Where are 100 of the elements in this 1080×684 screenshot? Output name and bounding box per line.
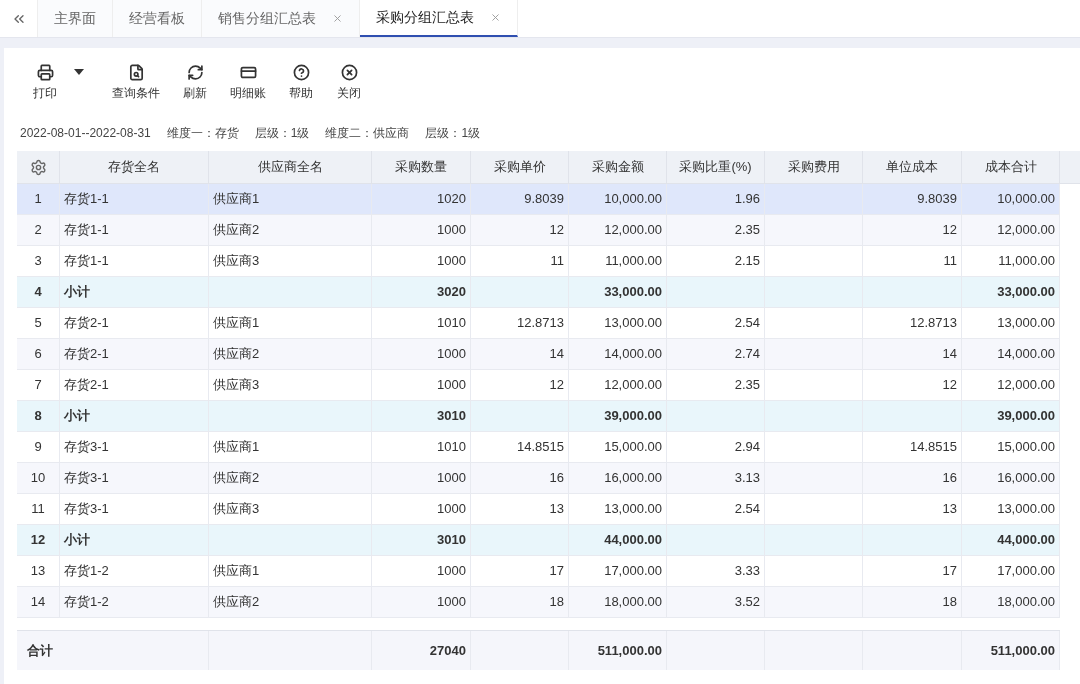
table-cell-text: 供应商1 xyxy=(213,438,260,457)
table-cell-text: 存货3-1 xyxy=(64,500,109,519)
toolbar-button[interactable]: 刷新 xyxy=(172,64,218,102)
table-cell-text: 12.8713 xyxy=(517,314,564,333)
tab-label: 销售分组汇总表 xyxy=(218,9,316,28)
table-row[interactable]: 7 存货2-1 供应商3 1000 12 12,000.00 2.35 12 12,000.00 xyxy=(17,370,1060,401)
tab-label: 经营看板 xyxy=(129,9,185,28)
table-cell-text: 12 xyxy=(942,376,957,395)
table-cell-text: 15,000.00 xyxy=(604,438,662,457)
table-cell-text: 供应商1 xyxy=(213,562,260,581)
table-row[interactable]: 11 存货3-1 供应商3 1000 13 13,000.00 2.54 13 13,000.00 xyxy=(17,494,1060,525)
table-cell-text: 12 xyxy=(549,376,564,395)
row-number: 14 xyxy=(30,593,46,612)
column-header: 成本合计 xyxy=(962,151,1060,183)
table-row[interactable]: 10 存货3-1 供应商2 1000 16 16,000.00 3.13 16 16,000.00 xyxy=(17,463,1060,494)
tab-label: 主界面 xyxy=(54,9,96,28)
table-row[interactable]: 4 小计 3020 33,000.00 33,000.00 xyxy=(17,277,1060,308)
row-number: 2 xyxy=(34,221,42,240)
table-cell-text: 2.54 xyxy=(734,500,760,519)
table-cell-text: 39,000.00 xyxy=(604,407,662,426)
row-number: 13 xyxy=(30,562,46,581)
table-cell-text: 18 xyxy=(549,593,564,612)
table-cell-text: 存货1-1 xyxy=(64,221,109,240)
table-cell-text: 供应商2 xyxy=(213,469,260,488)
table-row[interactable]: 8 小计 3010 39,000.00 39,000.00 xyxy=(17,401,1060,432)
total-cell-text: 511,000.00 xyxy=(597,641,662,660)
row-number: 4 xyxy=(34,283,42,302)
table-cell-text: 17,000.00 xyxy=(997,562,1055,581)
close-icon[interactable] xyxy=(332,13,343,24)
row-number: 1 xyxy=(34,190,42,209)
table-cell-text: 1010 xyxy=(437,314,466,333)
document-search-icon xyxy=(127,64,145,81)
row-number: 5 xyxy=(34,314,42,333)
table-row[interactable]: 9 存货3-1 供应商1 1010 14.8515 15,000.00 2.94 14.8515 15,000.00 xyxy=(17,432,1060,463)
column-header: 采购数量 xyxy=(372,151,471,183)
table-cell-text: 44,000.00 xyxy=(604,531,662,550)
table-cell-text: 3.52 xyxy=(734,593,760,612)
table-cell-text: 11,000.00 xyxy=(998,252,1055,271)
table-cell-text: 9.8039 xyxy=(917,190,957,209)
toolbar-button[interactable]: 帮助 xyxy=(278,64,324,102)
table-cell-text: 11 xyxy=(550,252,564,271)
table-cell-text: 11 xyxy=(943,252,957,271)
table-cell-text: 小计 xyxy=(64,283,90,302)
table-cell-text: 3010 xyxy=(437,407,466,426)
table-row[interactable]: 1 存货1-1 供应商1 1020 9.8039 10,000.00 1.96 9.8039 10,000.00 xyxy=(17,184,1060,215)
total-cell-text: 27040 xyxy=(429,641,466,660)
toolbar-button[interactable]: 查询条件 xyxy=(102,64,170,102)
help-icon xyxy=(292,64,310,81)
table-cell-text: 12,000.00 xyxy=(604,376,662,395)
table-cell-text: 存货1-2 xyxy=(64,593,109,612)
column-header: 存货全名 xyxy=(60,151,209,183)
table-cell-text: 1000 xyxy=(437,252,466,271)
table-cell-text: 1.96 xyxy=(734,190,760,209)
filter-text: 2022-08-01--2022-08-31 xyxy=(20,125,151,142)
table-cell-text: 供应商3 xyxy=(213,376,260,395)
row-number: 9 xyxy=(34,438,42,457)
table-row[interactable]: 12 小计 3010 44,000.00 44,000.00 xyxy=(17,525,1060,556)
table-cell-text: 存货1-1 xyxy=(64,252,109,271)
table-cell-text: 存货2-1 xyxy=(64,314,109,333)
table-cell-text: 3010 xyxy=(437,531,466,550)
table-cell-text: 1000 xyxy=(437,469,466,488)
toolbar-button[interactable]: 关闭 xyxy=(326,64,372,102)
table-cell-text: 13 xyxy=(549,500,564,519)
total-cell-text: 合计 xyxy=(27,641,53,660)
tab[interactable]: 采购分组汇总表 xyxy=(360,0,518,37)
table-cell-text: 1000 xyxy=(437,593,466,612)
table-cell-text: 小计 xyxy=(64,531,90,550)
table-cell-text: 3020 xyxy=(437,283,466,302)
toolbar-button[interactable]: 明细账 xyxy=(220,64,276,102)
table-cell-text: 33,000.00 xyxy=(997,283,1055,302)
table-row[interactable]: 14 存货1-2 供应商2 1000 18 18,000.00 3.52 18 18,000.00 xyxy=(17,587,1060,618)
close-icon[interactable] xyxy=(490,12,501,23)
toolbar-button[interactable]: 打印 xyxy=(22,64,100,102)
filter-text: 层级：1级 xyxy=(425,125,481,142)
table-cell-text: 10,000.00 xyxy=(604,190,662,209)
table-cell-text: 13,000.00 xyxy=(997,500,1055,519)
table-row[interactable]: 2 存货1-1 供应商2 1000 12 12,000.00 2.35 12 12,000.00 xyxy=(17,215,1060,246)
table-cell-text: 2.15 xyxy=(734,252,760,271)
tab[interactable]: 主界面 xyxy=(38,0,113,37)
row-number: 10 xyxy=(30,469,46,488)
table-cell-text: 18,000.00 xyxy=(604,593,662,612)
table-cell-text: 存货1-1 xyxy=(64,190,109,209)
table-cell-text: 存货3-1 xyxy=(64,438,109,457)
table-cell-text: 16 xyxy=(549,469,564,488)
table-cell-text: 14.8515 xyxy=(910,438,957,457)
table-cell-text: 12 xyxy=(549,221,564,240)
table-cell-text: 2.35 xyxy=(734,221,760,240)
settings-icon[interactable] xyxy=(29,158,47,176)
table-cell-text: 15,000.00 xyxy=(997,438,1055,457)
tab[interactable]: 销售分组汇总表 xyxy=(202,0,360,37)
table-row[interactable]: 6 存货2-1 供应商2 1000 14 14,000.00 2.74 14 14,000.00 xyxy=(17,339,1060,370)
table-cell-text: 44,000.00 xyxy=(997,531,1055,550)
column-header: 采购单价 xyxy=(471,151,569,183)
table-row[interactable]: 5 存货2-1 供应商1 1010 12.8713 13,000.00 2.54 12.8713 13,000.00 xyxy=(17,308,1060,339)
table-cell-text: 12,000.00 xyxy=(604,221,662,240)
filter-text: 层级：1级 xyxy=(254,125,310,142)
tab[interactable]: 经营看板 xyxy=(113,0,202,37)
table-row[interactable]: 13 存货1-2 供应商1 1000 17 17,000.00 3.33 17 17,000.00 xyxy=(17,556,1060,587)
table-cell-text: 13,000.00 xyxy=(604,314,662,333)
table-row[interactable]: 3 存货1-1 供应商3 1000 11 11,000.00 2.15 11 11,000.00 xyxy=(17,246,1060,277)
